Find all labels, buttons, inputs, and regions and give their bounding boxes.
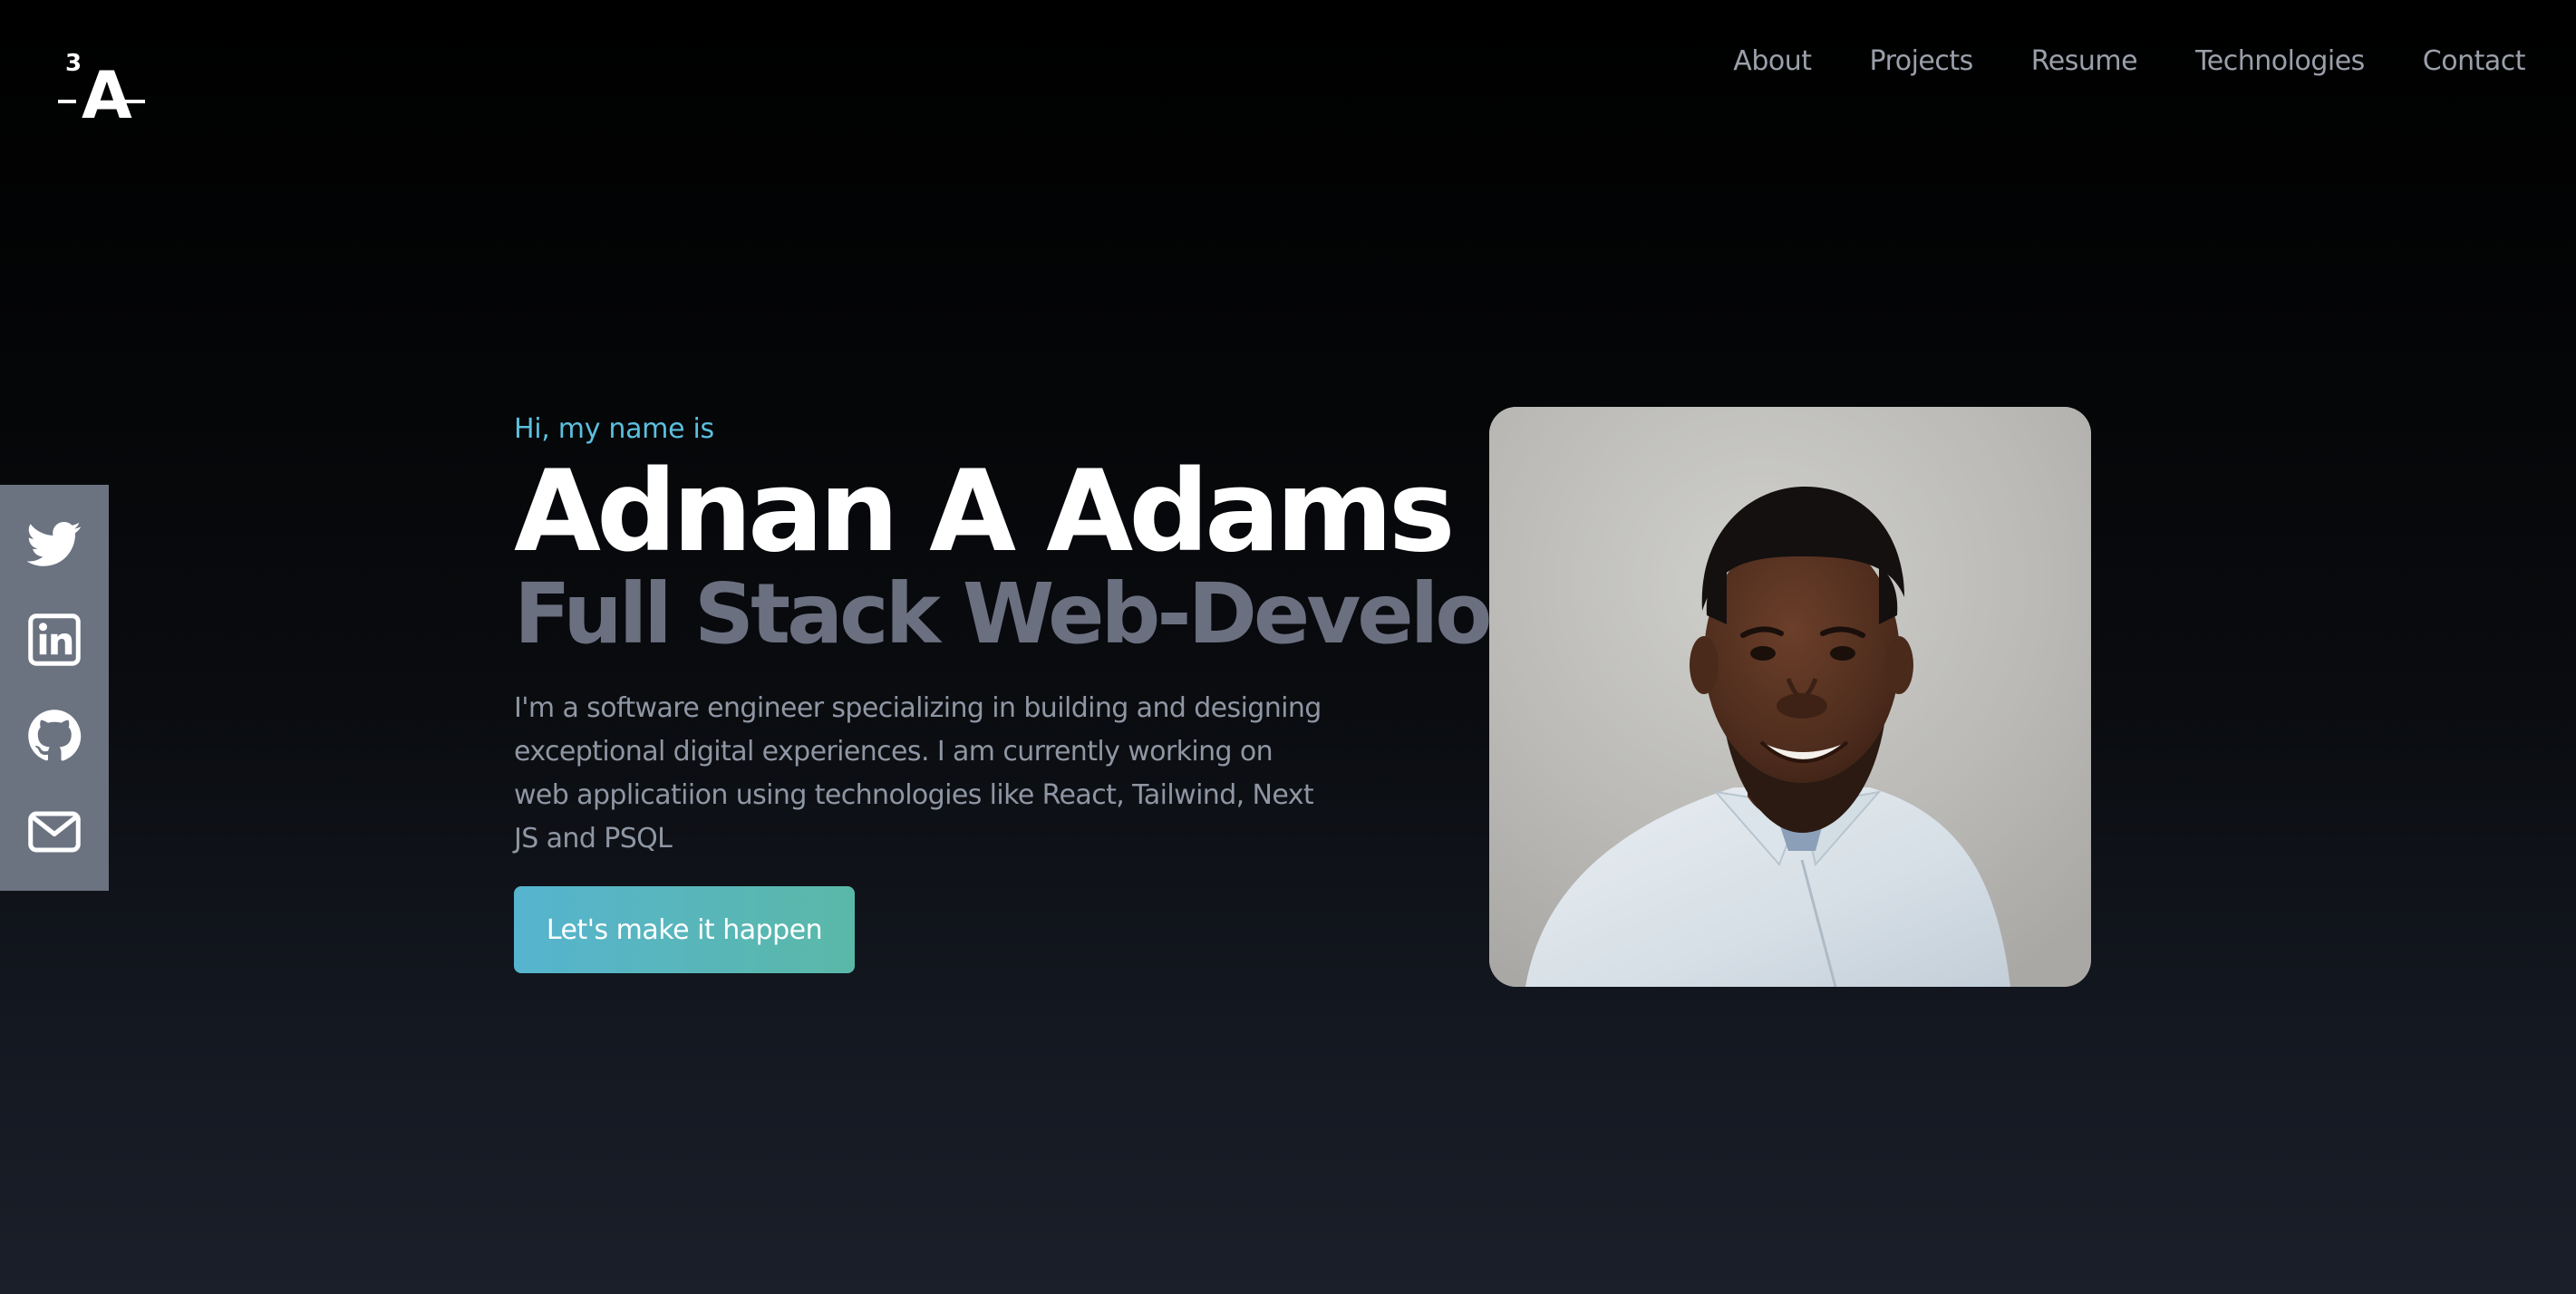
greeting: Hi, my name is xyxy=(514,413,714,445)
mail-icon xyxy=(28,811,81,853)
hero-role: Full Stack Web-Developer xyxy=(514,565,1639,662)
mail-link[interactable] xyxy=(27,805,82,859)
nav-projects[interactable]: Projects xyxy=(1870,45,1974,77)
social-sidebar xyxy=(0,485,109,891)
github-icon xyxy=(28,710,82,761)
nav-contact[interactable]: Contact xyxy=(2423,45,2526,77)
cta-button[interactable]: Let's make it happen xyxy=(514,886,855,973)
logo[interactable]: 3 A xyxy=(54,47,149,133)
github-link[interactable] xyxy=(27,709,82,763)
nav-resume[interactable]: Resume xyxy=(2031,45,2138,77)
hero-bio: I'm a software engineer specializing in … xyxy=(514,692,1322,855)
hero-text: Hi, my name is Adnan A Adams Full Stack … xyxy=(514,410,1639,973)
linkedin-icon xyxy=(28,613,81,666)
logo-letter: A xyxy=(82,57,132,123)
main-nav: About Projects Resume Technologies Conta… xyxy=(1733,45,2525,77)
linkedin-link[interactable] xyxy=(27,613,82,667)
twitter-icon xyxy=(27,522,81,566)
hero-name: Adnan A Adams xyxy=(514,447,1456,577)
logo-superscript: 3 xyxy=(65,50,82,77)
nav-about[interactable]: About xyxy=(1733,45,1812,77)
profile-photo xyxy=(1489,407,2091,987)
logo-icon: 3 A xyxy=(58,50,145,133)
nav-technologies[interactable]: Technologies xyxy=(2195,45,2365,77)
profile-photo-illustration xyxy=(1489,407,2091,987)
twitter-link[interactable] xyxy=(27,517,82,571)
